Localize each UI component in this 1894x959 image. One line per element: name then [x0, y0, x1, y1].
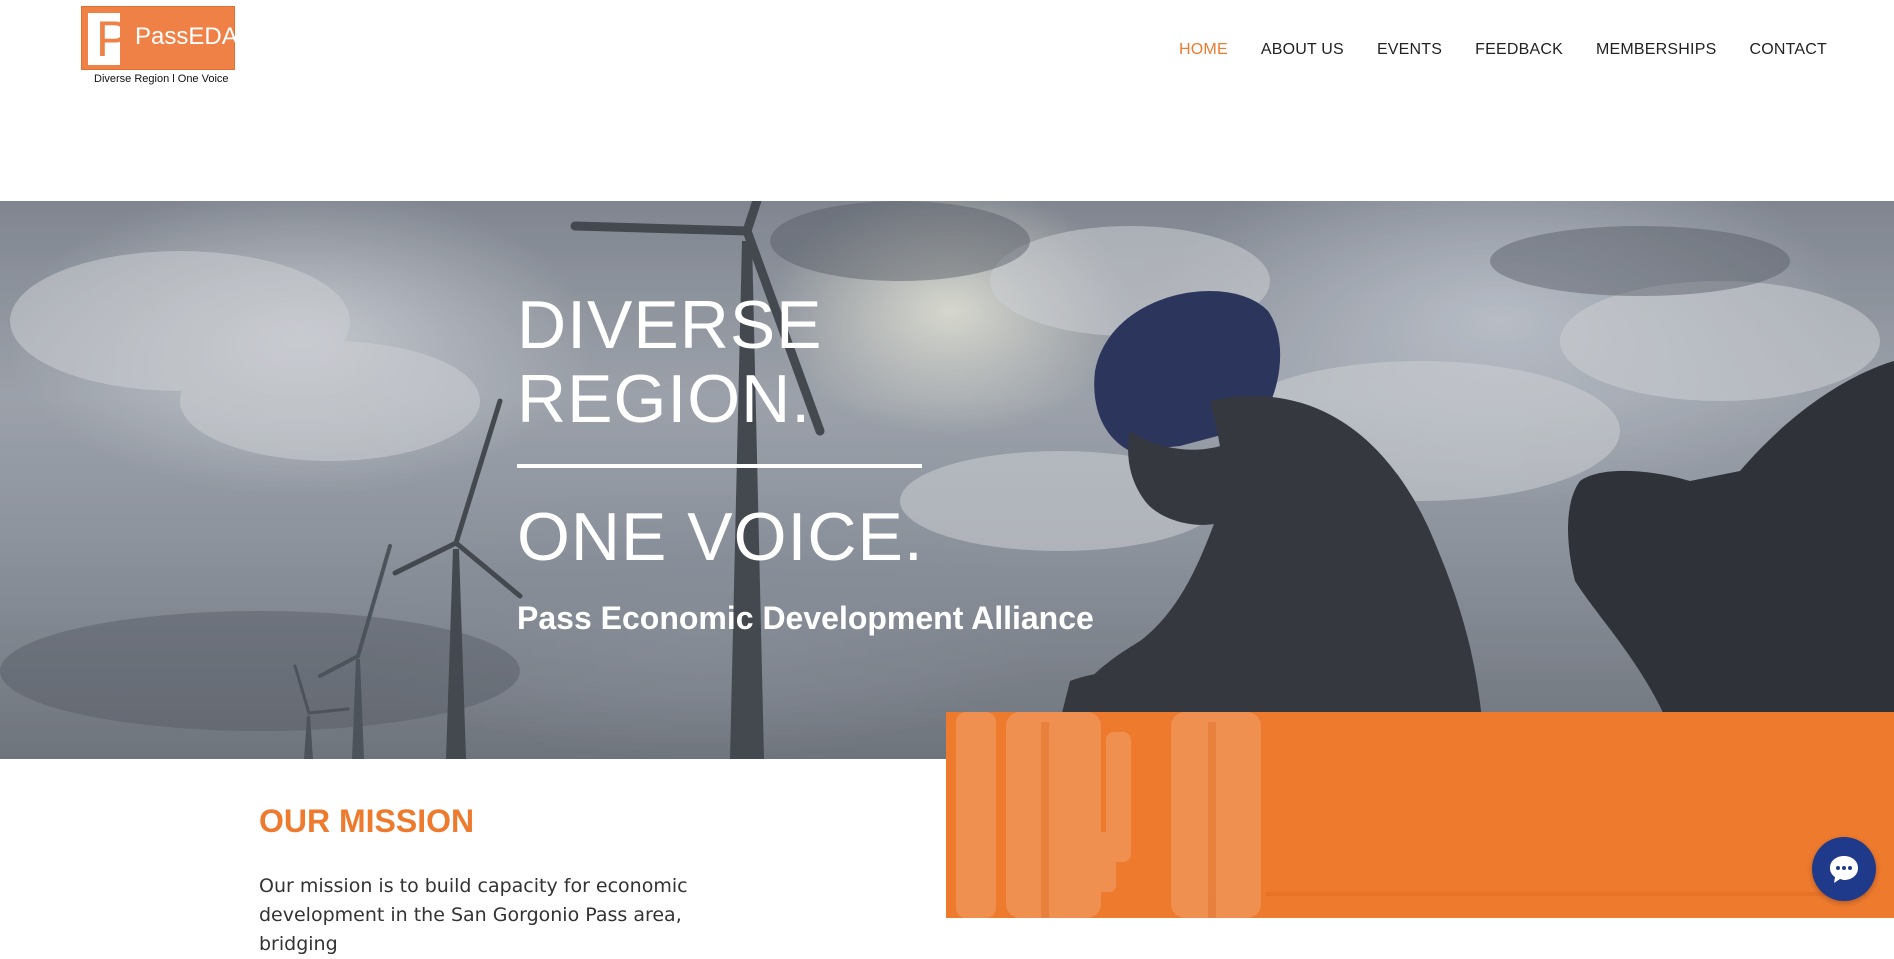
hero-title-line-2: REGION. [517, 361, 812, 437]
hero-tagline: ONE VOICE. [517, 499, 924, 575]
workers-image [956, 712, 1866, 918]
mission-text: Our mission is to build capacity for eco… [259, 875, 688, 955]
hero-subtitle: Pass Economic Development Alliance [517, 600, 1094, 636]
logo-badge: P PassEDA [81, 6, 238, 70]
logo-letter-box: P [88, 13, 129, 65]
logo-tagline: Diverse Region l One Voice [94, 73, 229, 85]
hero-banner: DIVERSE REGION. ONE VOICE. Pass Economic… [0, 201, 1894, 759]
nav-events[interactable]: EVENTS [1377, 40, 1442, 60]
chat-button[interactable] [1812, 837, 1876, 901]
nav-memberships[interactable]: MEMBERSHIPS [1596, 40, 1716, 60]
site-header: P PassEDA Diverse Region l One Voice HOM… [0, 0, 1894, 201]
chat-bubble-icon [1830, 856, 1858, 883]
hero-divider [517, 464, 922, 468]
nav-feedback[interactable]: FEEDBACK [1475, 40, 1563, 60]
hero-title-line-1: DIVERSE [517, 287, 823, 363]
nav-home[interactable]: HOME [1179, 40, 1228, 60]
logo-name: PassEDA [135, 23, 238, 50]
site-logo[interactable]: P PassEDA Diverse Region l One Voice [81, 6, 238, 86]
mission-image-panel [946, 712, 1894, 918]
hero-title: DIVERSE REGION. [517, 288, 823, 436]
nav-about-us[interactable]: ABOUT US [1261, 40, 1344, 60]
main-nav: HOME ABOUT US EVENTS FEEDBACK MEMBERSHIP… [1146, 40, 1827, 60]
hero-background-image [0, 201, 1894, 759]
logo-letter: P [96, 11, 130, 67]
nav-contact[interactable]: CONTACT [1749, 40, 1827, 60]
mission-heading: OUR MISSION [259, 803, 475, 839]
